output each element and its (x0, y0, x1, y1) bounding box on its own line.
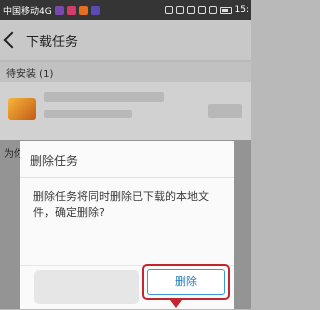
status-icons: 15: (164, 5, 249, 15)
signal-icon (208, 6, 217, 14)
page-title: 下载任务 (26, 34, 79, 50)
cancel-button[interactable] (34, 270, 139, 304)
headphone-icon (164, 6, 173, 14)
vibrate-icon (186, 6, 195, 14)
download-item[interactable] (0, 82, 251, 140)
blurred-app-detail (44, 110, 132, 118)
pending-install-section: 待安装 (1) (0, 62, 251, 82)
alarm-icon (175, 6, 184, 14)
app-notification-icon (54, 5, 64, 15)
status-bar: 中国移动4G 15: (0, 0, 251, 20)
battery-icon (219, 6, 232, 14)
app-notification-icon (66, 5, 76, 15)
delete-button[interactable]: 删除 (147, 269, 225, 295)
section-label: 待安装 (1) (6, 69, 54, 80)
dialog-divider (20, 177, 234, 178)
app-thumbnail (8, 98, 36, 120)
wifi-icon (197, 6, 206, 14)
app-notification-icon (90, 5, 100, 15)
blurred-install-button[interactable] (208, 104, 242, 118)
clock-time: 15: (234, 5, 249, 15)
dialog-message: 删除任务将同时删除已下载的本地文件，确定删除? (33, 190, 209, 219)
blurred-app-name (44, 92, 164, 102)
back-arrow-icon[interactable] (3, 31, 21, 49)
pointer-arrow (170, 300, 182, 308)
carrier-label: 中国移动4G (3, 6, 52, 17)
delete-dialog: 删除任务 删除任务将同时删除已下载的本地文件，确定删除? 删除 (20, 141, 234, 309)
app-bar: 下载任务 (0, 20, 251, 60)
app-notification-icon (78, 5, 88, 15)
dialog-title: 删除任务 (30, 154, 79, 168)
